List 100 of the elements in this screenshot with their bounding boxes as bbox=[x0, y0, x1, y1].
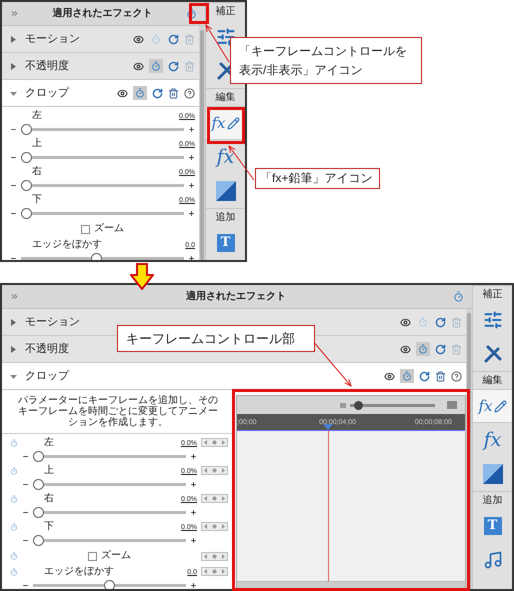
delete-icon[interactable] bbox=[435, 370, 446, 382]
slider-thumb[interactable] bbox=[33, 451, 44, 462]
collapse-triangle-icon[interactable] bbox=[10, 372, 17, 380]
plus-icon[interactable] bbox=[190, 481, 197, 488]
parameter-label: 下 bbox=[32, 195, 42, 205]
keyframe-navigator[interactable] bbox=[201, 522, 228, 531]
plus-icon[interactable] bbox=[188, 154, 195, 161]
section-heading: 補正 bbox=[473, 285, 512, 303]
fx-pencil-button[interactable]: fx bbox=[473, 389, 512, 423]
pencil-icon bbox=[494, 400, 506, 412]
parameter-label: エッジをぼかす bbox=[44, 567, 114, 577]
keyframe-navigator[interactable] bbox=[201, 466, 228, 475]
highlight-frame bbox=[189, 3, 209, 24]
keyframe-navigator[interactable] bbox=[201, 438, 228, 447]
zoom-slider-thumb[interactable] bbox=[354, 400, 363, 410]
effect-name: クロップ bbox=[25, 88, 69, 98]
expand-panel-icon[interactable] bbox=[10, 292, 19, 301]
plus-icon[interactable] bbox=[190, 509, 197, 516]
crossed-tools-icon bbox=[482, 344, 502, 364]
minus-icon[interactable] bbox=[10, 154, 17, 161]
title-button[interactable]: T bbox=[206, 226, 245, 260]
panel-title: 適用されたエフェクト bbox=[52, 8, 154, 18]
minus-icon[interactable] bbox=[22, 509, 29, 516]
pencil-icon bbox=[226, 116, 240, 130]
slider-thumb[interactable] bbox=[21, 152, 32, 163]
minus-icon[interactable] bbox=[22, 453, 29, 460]
delete-icon[interactable] bbox=[168, 88, 179, 98]
plus-icon[interactable] bbox=[188, 255, 195, 260]
eye-icon[interactable] bbox=[400, 344, 411, 354]
fx-button[interactable]: fx bbox=[206, 140, 245, 174]
expand-triangle-icon[interactable] bbox=[10, 318, 17, 326]
reset-icon[interactable] bbox=[168, 34, 179, 44]
reset-icon[interactable] bbox=[435, 316, 446, 328]
plus-icon[interactable] bbox=[190, 537, 197, 544]
parameter-label: 左 bbox=[32, 111, 42, 121]
fx-button[interactable]: fx bbox=[473, 423, 512, 457]
stopwatch-icon[interactable] bbox=[186, 8, 197, 19]
slider-thumb[interactable] bbox=[33, 507, 44, 518]
slider-thumb[interactable] bbox=[21, 180, 32, 191]
keyframe-toggle-button[interactable] bbox=[400, 369, 414, 383]
slider-thumb[interactable] bbox=[33, 479, 44, 490]
reset-icon[interactable] bbox=[419, 370, 430, 382]
checkbox[interactable] bbox=[81, 224, 90, 234]
minus-icon[interactable] bbox=[10, 255, 17, 260]
help-icon[interactable] bbox=[184, 88, 195, 98]
expand-triangle-icon[interactable] bbox=[10, 36, 17, 42]
minus-icon[interactable] bbox=[10, 182, 17, 189]
diagonal-square-icon bbox=[216, 181, 236, 201]
checkbox-label: ズーム bbox=[94, 224, 124, 234]
down-arrow bbox=[130, 263, 154, 290]
section-heading: 追加 bbox=[206, 208, 245, 226]
plus-icon[interactable] bbox=[190, 453, 197, 460]
minus-icon[interactable] bbox=[10, 210, 17, 217]
expand-triangle-icon[interactable] bbox=[10, 62, 17, 70]
reset-icon[interactable] bbox=[168, 60, 179, 72]
reset-icon[interactable] bbox=[152, 88, 163, 98]
checkbox-label: ズーム bbox=[101, 551, 131, 561]
plus-icon[interactable] bbox=[188, 182, 195, 189]
music-note-icon bbox=[482, 550, 502, 570]
callout-tooltip: キーフレームコントロール部 bbox=[117, 325, 315, 352]
parameter-label: 右 bbox=[32, 167, 42, 177]
slider-thumb[interactable] bbox=[21, 124, 32, 135]
stopwatch-icon[interactable] bbox=[453, 291, 464, 302]
highlight-frame bbox=[207, 107, 245, 144]
eye-icon[interactable] bbox=[133, 34, 144, 44]
effect-name: 不透明度 bbox=[25, 344, 69, 354]
expand-triangle-icon[interactable] bbox=[10, 346, 17, 352]
keyframe-navigator[interactable] bbox=[201, 552, 228, 560]
keyframe-toggle-button[interactable] bbox=[416, 342, 430, 356]
eye-icon[interactable] bbox=[384, 370, 395, 382]
section-heading: 追加 bbox=[473, 491, 512, 509]
expand-panel-icon[interactable] bbox=[10, 9, 19, 18]
reset-icon[interactable] bbox=[435, 344, 446, 354]
keyframe-navigator[interactable] bbox=[201, 494, 228, 503]
checkbox[interactable] bbox=[88, 552, 97, 560]
plus-icon[interactable] bbox=[188, 210, 195, 217]
parameter-label: 右 bbox=[44, 494, 54, 504]
collapse-triangle-icon[interactable] bbox=[10, 90, 17, 96]
keyframe-toggle-button[interactable] bbox=[133, 86, 147, 100]
slider-thumb[interactable] bbox=[21, 208, 32, 219]
slider-thumb[interactable] bbox=[33, 535, 44, 546]
minus-icon[interactable] bbox=[22, 537, 29, 544]
slider-thumb[interactable] bbox=[104, 580, 115, 589]
description-text: パラメーターにキーフレームを追加し、そのキーフレームを時間ごとに変更してアニメーションを作成します。 bbox=[2, 390, 234, 434]
plus-icon[interactable] bbox=[188, 126, 195, 133]
eye-icon[interactable] bbox=[117, 88, 128, 98]
keyframe-navigator[interactable] bbox=[201, 567, 228, 576]
vertical-scrollbar[interactable] bbox=[199, 26, 205, 260]
minus-icon[interactable] bbox=[22, 481, 29, 488]
plus-icon[interactable] bbox=[190, 582, 197, 589]
minus-icon[interactable] bbox=[22, 582, 29, 589]
section-heading: 補正 bbox=[206, 2, 245, 20]
eye-icon[interactable] bbox=[400, 316, 411, 328]
parameter-label: エッジをぼかす bbox=[32, 240, 102, 250]
parameter-label: 上 bbox=[44, 466, 54, 476]
keyframe-toggle-button[interactable] bbox=[149, 59, 163, 73]
eye-icon[interactable] bbox=[133, 60, 144, 72]
help-icon[interactable] bbox=[451, 370, 462, 382]
title-button[interactable]: T bbox=[473, 509, 512, 543]
minus-icon[interactable] bbox=[10, 126, 17, 133]
